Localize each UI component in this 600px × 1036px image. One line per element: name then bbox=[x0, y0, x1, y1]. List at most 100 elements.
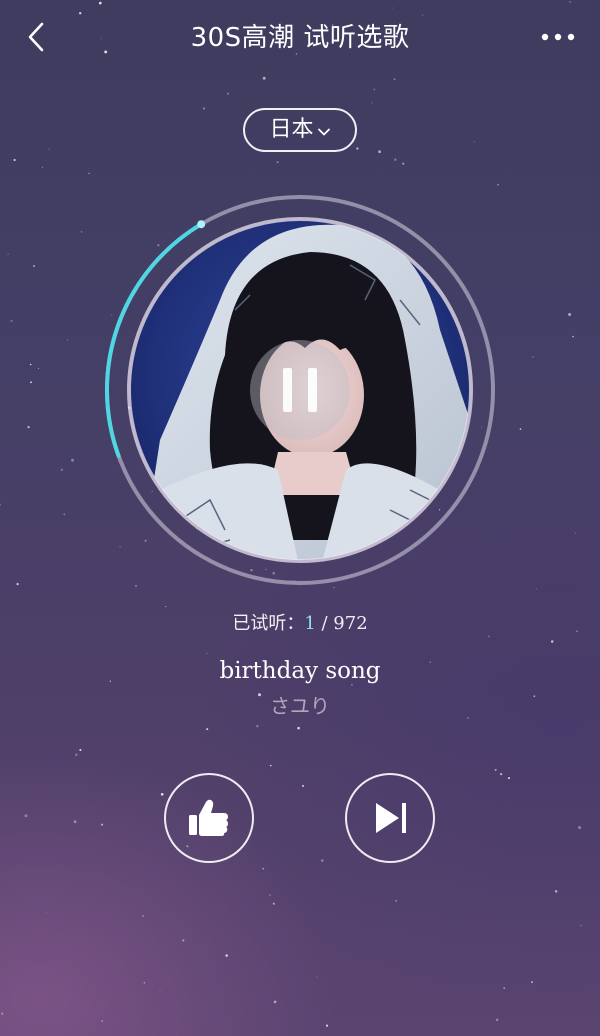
skip-next-icon bbox=[376, 803, 406, 833]
star bbox=[63, 513, 66, 516]
listened-counter: 已试听：1 / 972 bbox=[0, 612, 600, 636]
star bbox=[74, 753, 78, 757]
star bbox=[33, 265, 36, 267]
star bbox=[73, 820, 77, 824]
pause-icon bbox=[283, 368, 292, 412]
star bbox=[67, 339, 69, 341]
next-song-button[interactable] bbox=[345, 773, 435, 863]
song-artist: さユり bbox=[270, 694, 330, 718]
progress-dot bbox=[197, 220, 206, 229]
star bbox=[499, 772, 503, 776]
star bbox=[503, 987, 506, 990]
more-button[interactable] bbox=[540, 24, 576, 50]
star bbox=[575, 532, 577, 534]
listened-total: 972 bbox=[333, 613, 368, 634]
back-button[interactable] bbox=[20, 20, 54, 54]
star bbox=[7, 253, 9, 255]
star bbox=[30, 381, 32, 384]
star bbox=[532, 356, 534, 358]
star bbox=[41, 166, 43, 168]
star bbox=[165, 605, 167, 608]
star bbox=[272, 902, 275, 905]
star bbox=[269, 894, 271, 896]
star bbox=[37, 367, 40, 370]
star bbox=[29, 363, 32, 366]
star bbox=[27, 425, 30, 429]
star bbox=[182, 939, 185, 942]
star bbox=[519, 428, 522, 430]
star bbox=[176, 1034, 178, 1035]
star bbox=[160, 792, 164, 796]
song-title: birthday song bbox=[219, 658, 381, 684]
star bbox=[270, 764, 272, 767]
pause-icon-bar bbox=[308, 368, 317, 412]
star bbox=[88, 172, 90, 175]
star bbox=[256, 724, 259, 728]
star bbox=[378, 150, 381, 154]
star bbox=[71, 458, 74, 462]
star bbox=[554, 890, 558, 893]
star bbox=[45, 912, 47, 914]
star bbox=[393, 78, 396, 81]
star bbox=[48, 148, 50, 150]
listened-label: 已试听： bbox=[232, 613, 305, 634]
star bbox=[580, 924, 582, 927]
page-title: 30S高潮 试听选歌 bbox=[190, 23, 410, 53]
star bbox=[101, 1020, 104, 1022]
star bbox=[202, 107, 206, 110]
region-selector[interactable]: 日本 bbox=[243, 108, 357, 152]
chevron-down-icon bbox=[317, 128, 330, 136]
star bbox=[373, 88, 376, 91]
star bbox=[10, 319, 13, 322]
star bbox=[0, 503, 1, 506]
star bbox=[371, 102, 373, 104]
star bbox=[572, 335, 574, 338]
star bbox=[276, 161, 279, 164]
star bbox=[495, 1018, 499, 1022]
header-bar: 30S高潮 试听选歌 bbox=[0, 0, 600, 76]
listened-count: 1 bbox=[304, 613, 316, 634]
star bbox=[395, 900, 397, 902]
star bbox=[1, 1012, 4, 1015]
star bbox=[79, 748, 82, 752]
star bbox=[24, 814, 28, 818]
more-dots-icon bbox=[541, 33, 575, 41]
star bbox=[494, 768, 497, 771]
star bbox=[550, 640, 554, 643]
star bbox=[531, 981, 533, 983]
star bbox=[394, 158, 397, 161]
star bbox=[80, 231, 83, 233]
star bbox=[568, 313, 571, 316]
star bbox=[225, 954, 228, 957]
star bbox=[273, 1000, 277, 1004]
star bbox=[16, 582, 19, 586]
star bbox=[320, 859, 324, 862]
star bbox=[301, 784, 305, 787]
star bbox=[262, 867, 265, 870]
star bbox=[262, 76, 266, 80]
star bbox=[402, 162, 405, 165]
star bbox=[297, 726, 300, 730]
star bbox=[316, 976, 318, 978]
chevron-left-icon bbox=[28, 22, 44, 52]
star bbox=[60, 468, 64, 472]
star bbox=[100, 823, 104, 826]
star bbox=[142, 915, 145, 917]
star bbox=[473, 141, 475, 143]
star bbox=[159, 990, 161, 992]
region-label: 日本 bbox=[269, 117, 314, 142]
like-button[interactable] bbox=[164, 773, 254, 863]
star bbox=[143, 982, 145, 984]
star bbox=[536, 588, 537, 590]
pause-button[interactable] bbox=[250, 340, 350, 440]
star bbox=[356, 147, 359, 150]
star bbox=[578, 826, 582, 829]
star bbox=[13, 158, 16, 162]
star bbox=[206, 728, 209, 731]
thumbs-up-icon bbox=[189, 799, 228, 836]
star bbox=[227, 92, 230, 95]
listened-separator: / bbox=[315, 613, 334, 634]
star bbox=[497, 184, 499, 186]
star bbox=[325, 1024, 329, 1027]
star bbox=[507, 777, 511, 780]
